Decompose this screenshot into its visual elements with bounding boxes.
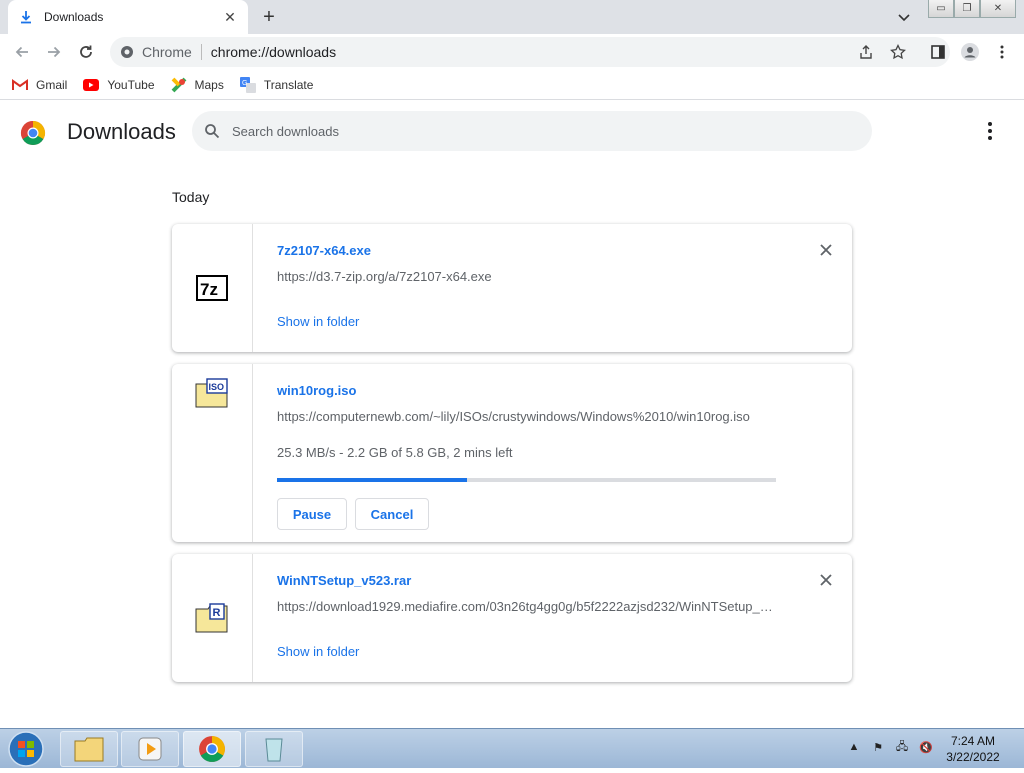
downloads-header: Downloads [0,104,1024,160]
file-url[interactable]: https://computernewb.com/~lily/ISOs/crus… [277,409,837,424]
tab-strip: Downloads ✕ + ▭ ❐ ✕ [0,0,1024,34]
bookmark-label: Gmail [36,77,68,92]
bookmark-label: Maps [194,77,224,92]
remove-icon[interactable] [818,242,834,258]
start-button[interactable] [6,730,46,768]
site-chip: Chrome [142,44,192,60]
youtube-icon [83,77,100,93]
chrome-logo-icon [20,121,46,146]
tab-title: Downloads [44,10,104,24]
clock-date: 3/22/2022 [946,750,1000,764]
action-center-flag-icon[interactable]: ⚑ [870,739,886,755]
windows-start-icon [8,731,44,767]
svg-text:ISO: ISO [209,382,225,392]
bookmarks-bar: Gmail YouTube Maps G Translate [0,70,1024,100]
download-card: 7z 7z2107-x64.exe https://d3.7-zip.org/a… [172,224,852,352]
tab-search-chevron-icon[interactable] [895,8,913,26]
taskbar-media-player[interactable] [121,731,179,767]
download-card: R WinNTSetup_v523.rar https://download19… [172,554,852,682]
chrome-taskbar-icon [199,736,225,762]
taskbar: ▲ ⚑ 🖧 🔇 7:24 AM 3/22/2022 [0,728,1024,768]
iso-file-icon: ISO [195,378,228,408]
bookmark-label: YouTube [107,77,155,92]
media-player-icon [138,737,162,761]
forward-button[interactable] [42,40,66,64]
browser-menu-icon[interactable] [992,42,1012,62]
bookmark-translate[interactable]: G Translate [239,76,314,93]
side-panel-icon[interactable] [928,42,948,62]
separator [200,44,202,60]
clock[interactable]: 7:24 AM 3/22/2022 [938,733,1008,765]
page-title: Downloads [67,119,176,144]
progress-fill [277,478,467,482]
file-name-link[interactable]: win10rog.iso [277,383,356,398]
date-section-label: Today [172,189,210,205]
svg-text:G: G [242,80,247,87]
minimize-button[interactable]: ▭ [928,0,954,18]
network-icon[interactable]: 🖧 [894,739,910,755]
file-name-link[interactable]: 7z2107-x64.exe [277,243,371,258]
bookmark-youtube[interactable]: YouTube [83,77,155,93]
bookmark-gmail[interactable]: Gmail [12,77,67,93]
recycle-bin-icon [265,738,283,762]
download-icon [18,9,34,25]
system-tray: ▲ ⚑ 🖧 🔇 [846,739,934,755]
forward-arrow-icon [48,46,61,58]
address-bar[interactable]: Chrome chrome://downloads [110,37,950,67]
chrome-site-icon [121,46,133,58]
url-text[interactable]: chrome://downloads [211,44,336,60]
bookmark-label: Translate [263,77,314,92]
file-icon-column: 7z [172,224,253,352]
show-in-folder-link[interactable]: Show in folder [277,314,359,329]
file-name-link[interactable]: WinNTSetup_v523.rar [277,573,411,588]
folder-icon [74,737,104,762]
volume-muted-icon[interactable]: 🔇 [918,739,934,755]
close-window-button[interactable]: ✕ [980,0,1016,18]
restore-button[interactable]: ❐ [954,0,980,18]
search-box[interactable] [192,111,872,151]
7z-file-icon: 7z [196,275,228,301]
share-icon[interactable] [856,42,876,62]
taskbar-recycle-bin[interactable] [245,731,303,767]
cancel-button[interactable]: Cancel [355,498,429,530]
file-url[interactable]: https://d3.7-zip.org/a/7z2107-x64.exe [277,269,777,284]
reload-button[interactable] [74,40,98,64]
translate-icon: G [239,76,256,93]
show-in-folder-link[interactable]: Show in folder [277,644,359,659]
pause-button[interactable]: Pause [277,498,347,530]
profile-avatar-icon[interactable] [960,42,980,62]
search-input[interactable] [232,123,792,139]
back-arrow-icon [15,46,28,58]
show-hidden-icons-icon[interactable]: ▲ [846,739,862,755]
new-tab-button[interactable]: + [258,7,280,29]
progress-bar [277,478,776,482]
search-icon [205,124,220,139]
download-status: 25.3 MB/s - 2.2 GB of 5.8 GB, 2 mins lef… [277,445,513,460]
download-card: ISO win10rog.iso https://computernewb.co… [172,364,852,542]
taskbar-chrome[interactable] [183,731,241,767]
more-actions-icon[interactable] [980,121,1000,141]
svg-text:7z: 7z [200,280,218,299]
remove-icon[interactable] [818,572,834,588]
clock-time: 7:24 AM [950,734,996,748]
bookmark-star-icon[interactable] [888,42,908,62]
reload-icon [80,45,92,58]
gmail-icon [12,77,28,93]
rar-file-icon: R [195,603,228,633]
svg-text:R: R [213,607,221,619]
toolbar: Chrome chrome://downloads [0,34,1024,70]
file-icon-column: ISO [172,364,253,542]
maps-icon [171,77,187,93]
file-icon-column: R [172,554,253,682]
file-url[interactable]: https://download1929.mediafire.com/03n26… [277,599,777,614]
tab-close-icon[interactable]: ✕ [222,9,238,25]
back-button[interactable] [10,40,34,64]
taskbar-explorer[interactable] [60,731,118,767]
bookmark-maps[interactable]: Maps [171,77,224,93]
tab-downloads[interactable]: Downloads ✕ [8,0,248,34]
